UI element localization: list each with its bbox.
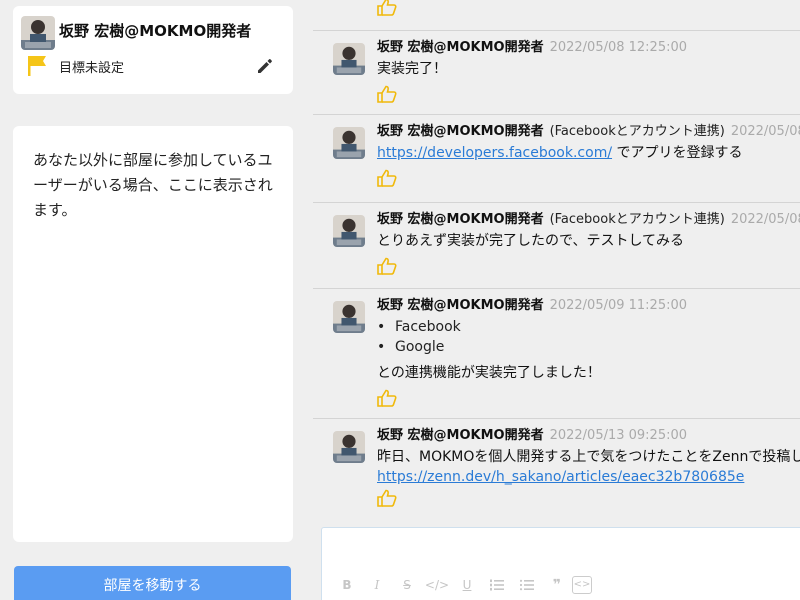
message-text: でアプリを登録する bbox=[612, 145, 743, 161]
message-item: 坂野 宏樹@MOKMO開発者 2022/05/08 12:25:00 実装完了！ bbox=[313, 30, 800, 114]
message-timestamp: 2022/05/08 bbox=[730, 212, 800, 227]
message-author: 坂野 宏樹@MOKMO開発者 bbox=[377, 212, 544, 227]
editor-toolbar: B I S </> U ❞ <> bbox=[332, 574, 592, 596]
goal-text: 目標未設定 bbox=[59, 61, 125, 76]
list-item: Google bbox=[377, 337, 800, 357]
message-author: 坂野 宏樹@MOKMO開発者 bbox=[377, 298, 544, 313]
message-text: 実装完了！ bbox=[377, 61, 447, 77]
avatar[interactable] bbox=[333, 431, 365, 463]
message-link[interactable]: https://developers.facebook.com/ bbox=[377, 145, 612, 161]
like-icon[interactable] bbox=[377, 85, 397, 103]
like-icon[interactable] bbox=[377, 489, 397, 507]
message-item: 坂野 宏樹@MOKMO開発者 (Facebookとアカウント連携) 2022/05/… bbox=[313, 114, 800, 202]
avatar[interactable] bbox=[21, 16, 55, 50]
ordered-list-icon[interactable] bbox=[482, 574, 512, 596]
italic-button[interactable]: I bbox=[362, 574, 392, 596]
message-author: 坂野 宏樹@MOKMO開発者 bbox=[377, 40, 544, 55]
message-bullet-list: Facebook Google bbox=[377, 317, 800, 357]
message-list[interactable]: 坂野 宏樹@MOKMO開発者 2022/05/08 12:25:00 実装完了！ … bbox=[313, 0, 800, 520]
message-editor[interactable]: B I S </> U ❞ <> bbox=[321, 527, 800, 600]
flag-icon bbox=[28, 56, 46, 76]
message-timestamp: 2022/05/13 09:25:00 bbox=[549, 428, 688, 443]
message-text: 昨日、MOKMOを個人開発する上で気をつけたことをZennで投稿しました bbox=[377, 449, 800, 465]
message-item: 坂野 宏樹@MOKMO開発者 2022/05/09 11:25:00 Facebo… bbox=[313, 288, 800, 418]
message-timestamp: 2022/05/08 bbox=[730, 124, 800, 139]
message-timestamp: 2022/05/09 11:25:00 bbox=[549, 298, 688, 313]
message-author: 坂野 宏樹@MOKMO開発者 bbox=[377, 124, 544, 139]
members-empty-message: あなた以外に部屋に参加しているユーザーがいる場合、ここに表示されます。 bbox=[33, 151, 273, 219]
like-icon[interactable] bbox=[377, 0, 397, 16]
profile-card: 坂野 宏樹@MOKMO開発者 目標未設定 bbox=[13, 6, 293, 94]
like-icon[interactable] bbox=[377, 389, 397, 407]
members-panel: あなた以外に部屋に参加しているユーザーがいる場合、ここに表示されます。 bbox=[13, 126, 293, 542]
like-icon[interactable] bbox=[377, 169, 397, 187]
pencil-icon[interactable] bbox=[255, 56, 275, 76]
message-item: 坂野 宏樹@MOKMO開発者 2022/05/13 09:25:00 昨日、MOK… bbox=[313, 418, 800, 520]
avatar[interactable] bbox=[333, 127, 365, 159]
message-author: 坂野 宏樹@MOKMO開発者 bbox=[377, 428, 544, 443]
list-item: Facebook bbox=[377, 317, 800, 337]
message-link[interactable]: https://zenn.dev/h_sakano/articles/eaec3… bbox=[377, 469, 744, 485]
profile-name: 坂野 宏樹@MOKMO開発者 bbox=[59, 22, 252, 40]
code-block-icon[interactable]: <> bbox=[572, 576, 592, 594]
avatar[interactable] bbox=[333, 43, 365, 75]
avatar[interactable] bbox=[333, 215, 365, 247]
message-text: との連携機能が実装完了しました！ bbox=[377, 365, 601, 381]
code-icon[interactable]: </> bbox=[422, 574, 452, 596]
underline-button[interactable]: U bbox=[452, 574, 482, 596]
quote-icon[interactable]: ❞ bbox=[542, 574, 572, 596]
strikethrough-button[interactable]: S bbox=[392, 574, 422, 596]
message-timestamp: 2022/05/08 12:25:00 bbox=[549, 40, 688, 55]
goal-row: 目標未設定 bbox=[27, 54, 279, 78]
bullet-list-icon[interactable] bbox=[512, 574, 542, 596]
like-icon[interactable] bbox=[377, 257, 397, 275]
message-text: とりあえず実装が完了したので、テストしてみる bbox=[377, 233, 685, 249]
message-context: (Facebookとアカウント連携) bbox=[549, 212, 725, 227]
message-context: (Facebookとアカウント連携) bbox=[549, 124, 725, 139]
avatar[interactable] bbox=[333, 301, 365, 333]
move-room-button[interactable]: 部屋を移動する bbox=[14, 566, 291, 600]
bold-button[interactable]: B bbox=[332, 574, 362, 596]
message-item: 坂野 宏樹@MOKMO開発者 (Facebookとアカウント連携) 2022/05/… bbox=[313, 202, 800, 288]
